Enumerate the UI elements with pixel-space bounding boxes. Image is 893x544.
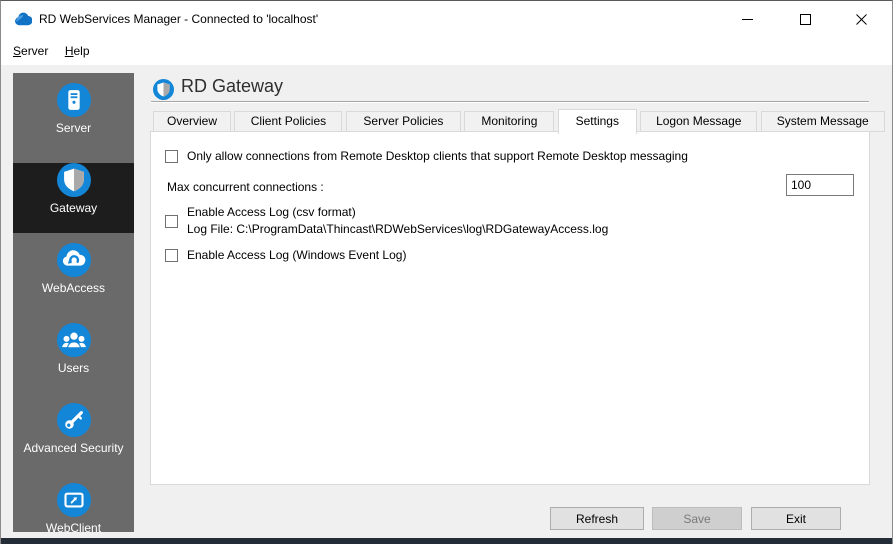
sidebar: Server Gateway WebAccess Users Advanced …	[13, 73, 134, 535]
tab-system-message[interactable]: System Message	[760, 111, 885, 132]
menu-help[interactable]: Help	[59, 38, 96, 65]
webclient-icon	[56, 483, 91, 517]
menu-bar: Server Help	[1, 38, 892, 65]
checkbox-access-log-event[interactable]	[165, 248, 178, 262]
tab-logon-message[interactable]: Logon Message	[640, 111, 758, 132]
menu-server-accel: S	[13, 44, 22, 58]
menu-server[interactable]: Server	[7, 38, 54, 65]
access-log-event-label: Enable Access Log (Windows Event Log)	[187, 248, 407, 262]
max-concurrent-input[interactable]	[786, 174, 854, 196]
save-button[interactable]: Save	[652, 507, 742, 530]
sidebar-item-label: WebClient	[45, 521, 102, 535]
sidebar-item-users[interactable]: Users	[13, 323, 134, 393]
sidebar-item-label: WebAccess	[41, 281, 106, 295]
server-icon	[56, 83, 91, 117]
sidebar-item-advanced-security[interactable]: Advanced Security	[13, 403, 134, 473]
rd-gateway-shield-icon	[153, 79, 174, 100]
tab-client-policies[interactable]: Client Policies	[234, 111, 343, 132]
sidebar-item-webaccess[interactable]: WebAccess	[13, 243, 134, 313]
shield-icon	[56, 163, 91, 197]
window-title: RD WebServices Manager - Connected to 'l…	[39, 12, 319, 26]
key-icon	[56, 403, 91, 437]
close-button[interactable]	[838, 1, 884, 38]
sidebar-item-label: Gateway	[49, 201, 98, 215]
window-bottom-edge	[1, 538, 892, 544]
menu-server-rest: erver	[21, 44, 49, 58]
sidebar-item-label: Advanced Security	[23, 441, 124, 455]
menu-help-rest: elp	[73, 44, 90, 58]
tab-monitoring[interactable]: Monitoring	[464, 111, 555, 132]
sidebar-item-label: Users	[57, 361, 90, 375]
checkbox-access-log-csv[interactable]	[165, 214, 178, 228]
app-window: RD WebServices Manager - Connected to 'l…	[0, 0, 893, 544]
tab-overview[interactable]: Overview	[153, 111, 231, 132]
settings-panel: Only allow connections from Remote Deskt…	[150, 131, 870, 485]
sidebar-item-server[interactable]: Server	[13, 83, 134, 153]
sidebar-item-gateway[interactable]: Gateway	[13, 163, 134, 233]
users-icon	[56, 323, 91, 357]
access-log-csv-label: Enable Access Log (csv format)	[187, 205, 356, 219]
maximize-button[interactable]	[782, 1, 828, 38]
setting-row-access-log-csv: Enable Access Log (csv format) Log File:…	[165, 204, 608, 238]
refresh-button[interactable]: Refresh	[550, 507, 644, 530]
access-log-csv-file-path: Log File: C:\ProgramData\Thincast\RDWebS…	[187, 222, 609, 236]
title-bar: RD WebServices Manager - Connected to 'l…	[1, 1, 892, 38]
heading-divider	[151, 101, 869, 103]
app-cloud-icon	[14, 12, 33, 27]
tab-server-policies[interactable]: Server Policies	[345, 111, 461, 132]
max-concurrent-label: Max concurrent connections :	[167, 180, 324, 194]
checkbox-only-rd-messaging[interactable]	[165, 149, 178, 163]
sidebar-item-webclient[interactable]: WebClient	[13, 483, 134, 544]
access-log-csv-labels: Enable Access Log (csv format) Log File:…	[187, 204, 608, 238]
setting-row-rd-messaging: Only allow connections from Remote Deskt…	[165, 149, 688, 163]
page-title: RD Gateway	[181, 76, 284, 96]
tab-strip: Overview Client Policies Server Policies…	[153, 109, 885, 134]
tab-settings[interactable]: Settings	[557, 109, 637, 134]
exit-button[interactable]: Exit	[751, 507, 841, 530]
cloud-icon	[56, 243, 91, 277]
setting-row-access-log-event: Enable Access Log (Windows Event Log)	[165, 248, 406, 262]
checkbox-only-rd-messaging-label: Only allow connections from Remote Deskt…	[187, 149, 688, 163]
minimize-button[interactable]	[724, 1, 770, 38]
sidebar-item-label: Server	[55, 121, 92, 135]
